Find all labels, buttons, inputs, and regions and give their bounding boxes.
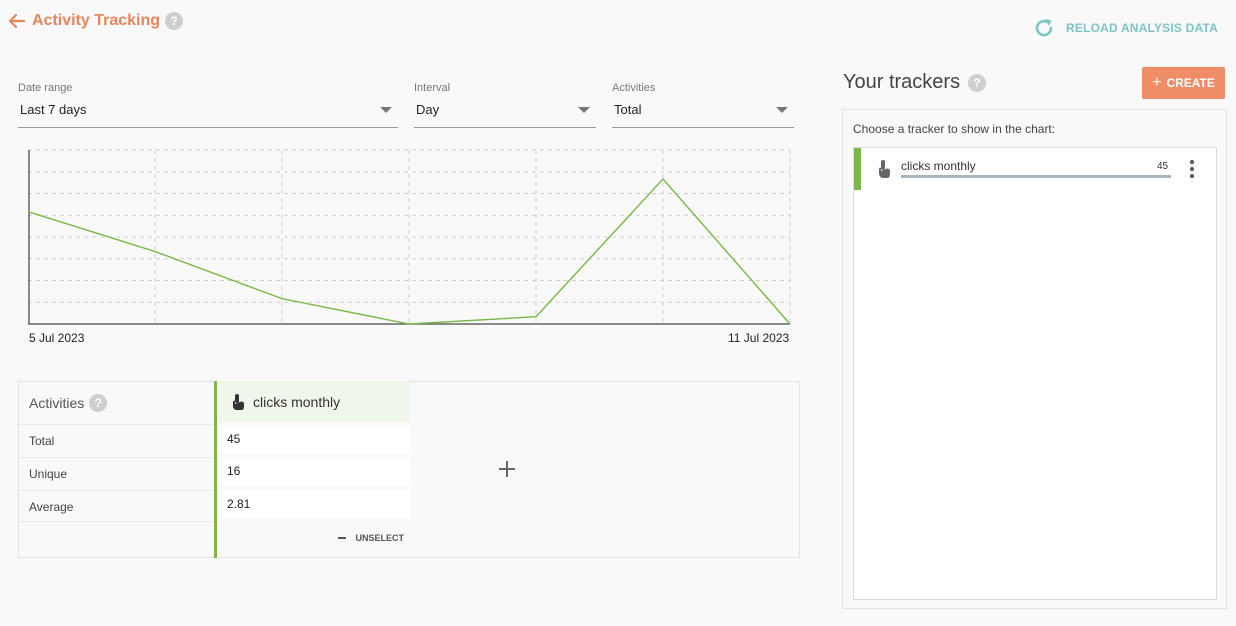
tracker-hint: Choose a tracker to show in the chart: <box>853 122 1056 136</box>
data-point <box>662 178 664 180</box>
chevron-down-icon <box>578 107 590 113</box>
data-point <box>281 298 283 300</box>
cell-unique: 16 <box>217 457 410 485</box>
unselect-button[interactable]: UNSELECT <box>338 533 404 543</box>
data-point <box>789 323 791 325</box>
trackers-title-label: Your trackers <box>843 71 961 93</box>
date-range-label: Date range <box>18 82 73 94</box>
interval-label: Interval <box>414 82 451 94</box>
cell-average: 2.81 <box>217 490 410 518</box>
divider <box>19 521 214 522</box>
date-range-select[interactable]: Date range Last 7 days <box>18 80 398 128</box>
add-tracker-plus-icon[interactable] <box>496 458 518 480</box>
pointer-hand-icon <box>233 393 244 410</box>
tracker-item-bar <box>901 175 1171 178</box>
help-icon[interactable]: ? <box>165 12 184 30</box>
divider <box>19 457 214 458</box>
pointer-hand-icon <box>879 160 890 178</box>
date-range-value: Last 7 days <box>20 102 87 117</box>
tracker-item-name: clicks monthly <box>901 159 976 173</box>
menu-dot <box>1190 174 1194 178</box>
tracker-item-count: 45 <box>1157 161 1169 172</box>
trackers-title: Your trackers ? <box>843 71 987 94</box>
help-icon[interactable]: ? <box>968 73 987 92</box>
menu-dot <box>1190 160 1194 164</box>
back-arrow-icon[interactable] <box>8 12 26 30</box>
create-label: CREATE <box>1166 76 1215 90</box>
tracker-list: clicks monthly 45 <box>853 147 1217 600</box>
activities-value: Total <box>614 102 642 117</box>
tracker-column-header: clicks monthly <box>217 381 410 422</box>
interval-select[interactable]: Interval Day <box>414 80 596 128</box>
tracker-column-name: clicks monthly <box>253 393 341 410</box>
row-label-unique: Unique <box>29 467 68 481</box>
unselect-label: UNSELECT <box>355 533 404 543</box>
help-icon[interactable]: ? <box>89 394 108 412</box>
reload-icon <box>1035 19 1053 37</box>
activities-select[interactable]: Activities Total <box>612 80 794 128</box>
create-button[interactable]: + CREATE <box>1142 67 1225 99</box>
page-header: Activity Tracking ? <box>8 12 184 30</box>
reload-analysis-button[interactable]: RELOAD ANALYSIS DATA <box>1032 16 1218 40</box>
tracker-column: clicks monthly 45 16 2.81 UNSELECT <box>214 381 410 558</box>
interval-value: Day <box>416 102 440 117</box>
trackers-panel: Choose a tracker to show in the chart: c… <box>842 109 1227 609</box>
tracker-item[interactable]: clicks monthly 45 <box>854 148 1216 190</box>
plus-icon: + <box>1152 74 1162 91</box>
x-tick-label: 11 Jul 2023 <box>728 331 790 345</box>
activities-heading: Activities ? <box>29 394 108 412</box>
data-point <box>408 323 410 325</box>
chart-svg <box>28 149 791 325</box>
row-label-total: Total <box>29 434 55 448</box>
menu-dot <box>1190 167 1194 171</box>
divider <box>19 424 214 425</box>
cell-total: 45 <box>217 425 410 453</box>
page-title: Activity Tracking <box>32 12 161 29</box>
minus-icon <box>338 537 347 539</box>
more-options-icon[interactable] <box>1189 160 1195 178</box>
activities-table: Activities ? Total Unique Average clicks… <box>18 381 800 558</box>
reload-label: RELOAD ANALYSIS DATA <box>1065 21 1218 35</box>
tracker-item-bar-fill <box>901 175 1171 178</box>
x-tick-label: 5 Jul 2023 <box>29 331 85 345</box>
data-point <box>154 250 156 253</box>
chevron-down-icon <box>776 107 788 113</box>
activity-chart <box>28 148 792 326</box>
divider <box>19 490 214 491</box>
activities-heading-label: Activities <box>29 395 85 411</box>
activities-label: Activities <box>612 82 656 94</box>
data-point <box>535 316 537 318</box>
chevron-down-icon <box>380 107 392 113</box>
row-label-average: Average <box>29 500 74 514</box>
